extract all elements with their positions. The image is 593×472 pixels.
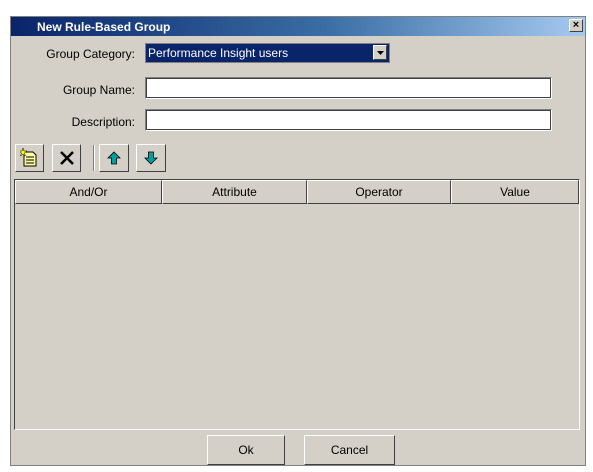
delete-rule-button[interactable] [52,144,81,172]
move-up-button[interactable] [99,144,129,172]
group-category-label: Group Category: [46,47,135,61]
move-down-button[interactable] [136,144,166,172]
dropdown-arrow-button[interactable] [373,45,387,60]
delete-icon [60,151,74,165]
close-icon: × [572,19,580,31]
group-category-select[interactable]: Performance Insight users [145,43,390,63]
column-header-value[interactable]: Value [451,180,579,204]
chevron-down-icon [377,51,384,55]
toolbar-separator [93,145,95,171]
close-button[interactable]: × [569,19,583,32]
group-name-input[interactable] [145,77,552,99]
new-rule-icon [20,148,37,167]
group-name-label: Group Name: [62,83,135,97]
column-header-operator[interactable]: Operator [307,180,451,204]
column-header-and-or[interactable]: And/Or [15,180,162,204]
move-down-icon [144,151,158,165]
title-bar[interactable]: New Rule-Based Group × [11,17,585,36]
dialog-title: New Rule-Based Group [37,20,171,34]
group-category-value: Performance Insight users [148,46,289,60]
ok-button[interactable]: Ok [207,435,285,465]
description-label: Description: [71,115,135,129]
new-rule-based-group-dialog: New Rule-Based Group × Group Category: P… [10,16,586,466]
table-header: And/Or Attribute Operator Value [15,180,579,204]
description-input[interactable] [145,109,552,131]
new-rule-button[interactable] [15,144,44,172]
cancel-button[interactable]: Cancel [304,435,395,465]
column-header-attribute[interactable]: Attribute [162,180,307,204]
move-up-icon [107,151,121,165]
rules-table[interactable]: And/Or Attribute Operator Value [14,179,580,430]
